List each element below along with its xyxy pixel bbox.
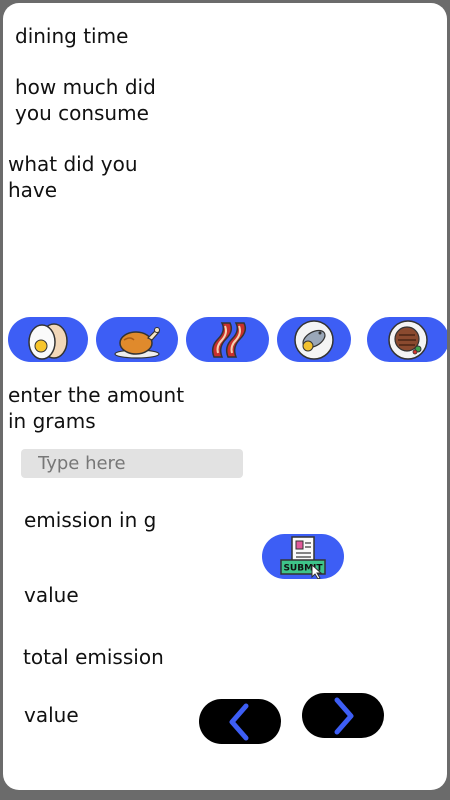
eggs-icon <box>28 322 68 360</box>
total-emission-label: total emission <box>23 645 164 669</box>
food-button-chicken[interactable] <box>96 317 178 362</box>
what-question: what did you have <box>8 152 138 202</box>
emission-label: emission in g <box>24 508 157 532</box>
next-button[interactable] <box>302 693 384 738</box>
submit-document-icon: SUBMIT <box>280 535 326 579</box>
back-button[interactable] <box>199 699 281 744</box>
food-button-eggs[interactable] <box>8 317 88 362</box>
page-title: dining time <box>15 24 129 48</box>
total-emission-value: value <box>24 703 79 727</box>
food-button-fish[interactable] <box>277 317 351 362</box>
food-button-steak[interactable] <box>367 317 447 362</box>
roast-chicken-icon <box>114 326 160 359</box>
amount-prompt: enter the amount in grams <box>8 383 185 433</box>
steak-plate-icon <box>388 319 428 360</box>
food-button-bacon[interactable] <box>186 317 269 362</box>
bacon-icon <box>211 321 246 358</box>
emission-value: value <box>24 583 79 607</box>
submit-button[interactable]: SUBMIT <box>262 534 344 579</box>
chevron-left-icon <box>229 703 249 740</box>
chevron-right-icon <box>334 697 354 734</box>
consume-question: how much did you consume <box>15 75 156 125</box>
app-screen: dining time how much did you consume wha… <box>3 3 447 790</box>
fish-plate-icon <box>294 319 334 360</box>
grams-input[interactable] <box>21 449 243 478</box>
